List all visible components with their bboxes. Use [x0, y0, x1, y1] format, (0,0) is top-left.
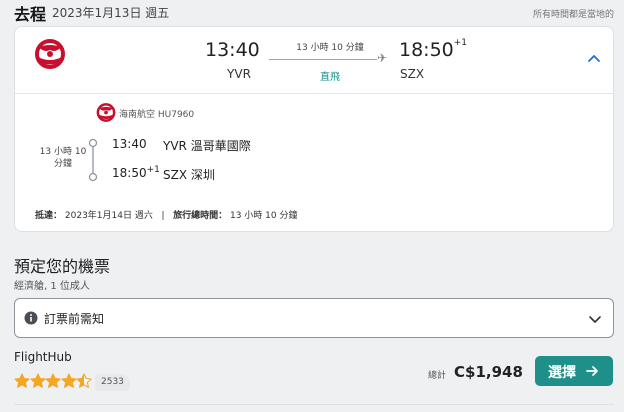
star-full-icon [45, 373, 61, 388]
outbound-header: 去程 2023年1月13日 週五 所有時間都是當地的 [14, 0, 614, 24]
total-label: 總計 [428, 371, 447, 381]
departure-time: 13:40 [205, 39, 260, 61]
hainan-airlines-logo-small [96, 103, 116, 122]
vendor-rating [14, 373, 94, 391]
segment-arrival-time-value: 18:50 [112, 166, 147, 180]
info-icon [24, 311, 38, 325]
segment-arrival-time: 18:50+1 [112, 165, 160, 180]
arrival-time: 18:50+1 [399, 38, 468, 61]
divider [14, 404, 614, 405]
arrival-time-value: 18:50 [399, 39, 454, 61]
star-full-icon [14, 373, 30, 388]
review-count[interactable]: 2533 [95, 374, 130, 391]
separator: | [161, 211, 165, 221]
hainan-airlines-logo [35, 39, 65, 69]
star-full-icon [29, 373, 46, 388]
booking-notice-dropdown[interactable]: 訂票前需知 [14, 298, 614, 338]
route-line [269, 59, 377, 60]
cabin-passengers: 經濟艙, 1 位成人 [14, 281, 90, 292]
stops-label: 直飛 [320, 72, 340, 83]
vendor-name: FlightHub [14, 350, 72, 364]
booking-title: 預定您的機票 [14, 257, 111, 276]
arrival-label: 抵達： [35, 211, 63, 221]
flight-card: 13:40 YVR 13 小時 10 分鐘 ✈ 直飛 18:50+1 SZX 海… [14, 26, 614, 232]
arrival-airport-code: SZX [400, 67, 425, 81]
segment-arrival-airport: SZX 深圳 [163, 168, 215, 182]
timezone-note: 所有時間都是當地的 [532, 10, 614, 20]
segment-arrival-day-offset: +1 [146, 165, 160, 175]
arrow-right-icon [586, 366, 598, 376]
itinerary-timeline [88, 138, 98, 182]
airline-flight-number: 海南航空 HU7960 [119, 110, 195, 120]
booking-notice-label: 訂票前需知 [44, 312, 105, 326]
arrival-day-offset: +1 [453, 38, 468, 48]
segment-departure-time: 13:40 [112, 137, 147, 151]
select-button-label: 選擇 [548, 365, 576, 381]
outbound-label: 去程 [14, 5, 47, 24]
plane-icon: ✈ [377, 51, 388, 65]
total-time: 13 小時 10 分鐘 [229, 211, 298, 221]
flight-duration: 13 小時 10 分鐘 [296, 43, 364, 53]
chevron-up-icon[interactable] [586, 50, 602, 66]
total-time-label: 旅行總時間： [173, 211, 228, 221]
select-button[interactable]: 選擇 [535, 356, 613, 386]
star-full-icon [60, 373, 77, 388]
segment-departure-airport: YVR 溫哥華國際 [163, 139, 251, 153]
departure-airport-code: YVR [227, 67, 251, 81]
arrival-date: 2023年1月14日 週六 [64, 211, 153, 221]
outbound-date: 2023年1月13日 週五 [52, 6, 170, 20]
segment-duration: 13 小時 10 分鐘 [39, 147, 87, 169]
arrival-summary: 抵達： 2023年1月14日 週六 | 旅行總時間： 13 小時 10 分鐘 [35, 208, 297, 221]
flight-summary[interactable]: 13:40 YVR 13 小時 10 分鐘 ✈ 直飛 18:50+1 SZX [15, 27, 613, 94]
chevron-down-icon [589, 316, 601, 323]
total-price: C$1,948 [454, 363, 523, 381]
star-half-icon [76, 373, 92, 388]
